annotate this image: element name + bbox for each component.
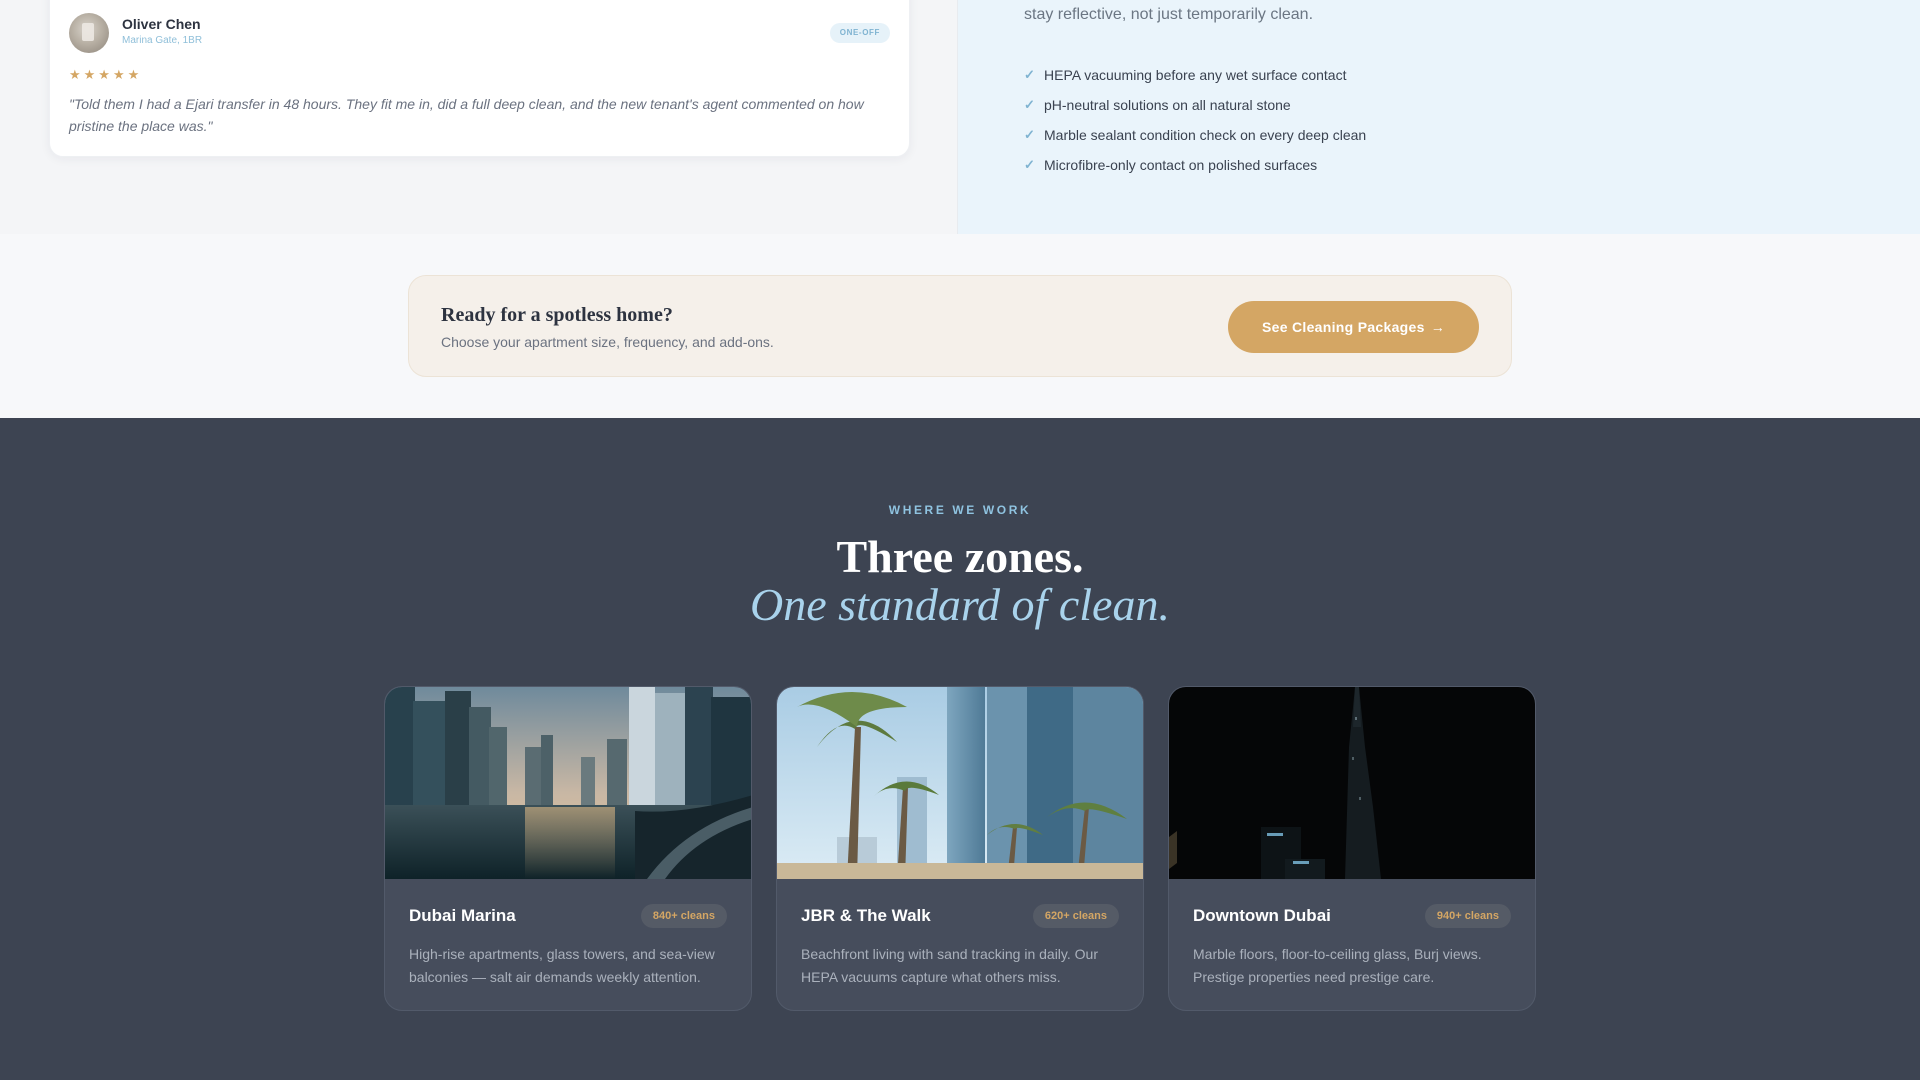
zone-name: JBR & The Walk <box>801 906 931 925</box>
section-headline: Three zones. <box>836 531 1084 582</box>
zone-clean-count-badge: 620+ cleans <box>1032 904 1119 928</box>
zone-description: Marble floors, floor-to-ceiling glass, B… <box>1193 946 1482 985</box>
marina-sunset-photo <box>385 687 751 879</box>
see-packages-button[interactable]: See Cleaning Packages → <box>1228 301 1479 353</box>
cta-subtitle: Choose your apartment size, frequency, a… <box>441 334 774 350</box>
testimonial-card: Oliver Chen Marina Gate, 1BR ONE-OFF ★★★… <box>49 0 910 157</box>
testimonial-quote: "Told them I had a Ejari transfer in 48 … <box>69 96 864 134</box>
zone-clean-count-badge: 840+ cleans <box>640 904 727 928</box>
cta-banner: Ready for a spotless home? Choose your a… <box>408 275 1512 377</box>
feature-item: ✓ pH-neutral solutions on all natural sto… <box>1024 90 1366 120</box>
feature-item: ✓ Marble sealant condition check on every… <box>1024 120 1366 150</box>
testimonials-features-band: Oliver Chen Marina Gate, 1BR ONE-OFF ★★★… <box>0 0 1920 234</box>
feature-label: Marble sealant condition check on every … <box>1044 127 1367 143</box>
zone-description: High-rise apartments, glass towers, and … <box>409 946 715 985</box>
feature-list: ✓ HEPA vacuuming before any wet surface c… <box>1024 60 1366 180</box>
zone-name: Dubai Marina <box>409 906 516 925</box>
zone-card-dubai-marina[interactable]: Dubai Marina 840+ cleans High-rise apart… <box>384 686 752 1011</box>
features-intro: stay reflective, not just temporarily cl… <box>1024 6 1314 23</box>
cta-title: Ready for a spotless home? <box>441 304 673 326</box>
section-headline-italic: One standard of clean. <box>750 579 1170 630</box>
palm-towers-photo <box>777 687 1143 879</box>
section-eyebrow: WHERE WE WORK <box>888 503 1032 517</box>
zone-card-downtown-dubai[interactable]: Downtown Dubai 940+ cleans Marble floors… <box>1168 686 1536 1011</box>
zone-clean-count-badge: 940+ cleans <box>1424 904 1511 928</box>
feature-label: HEPA vacuuming before any wet surface co… <box>1044 67 1347 83</box>
cta-button-label: See Cleaning Packages <box>1261 319 1425 335</box>
cta-section: Ready for a spotless home? Choose your a… <box>0 234 1920 418</box>
avatar <box>69 13 109 53</box>
service-type-badge: ONE-OFF <box>829 23 890 43</box>
reviewer-name: Oliver Chen <box>122 16 201 32</box>
star-rating: ★★★★★ <box>69 67 143 82</box>
zone-card-jbr-the-walk[interactable]: JBR & The Walk 620+ cleans Beachfront li… <box>776 686 1144 1011</box>
check-icon: ✓ <box>1024 97 1035 112</box>
zone-name: Downtown Dubai <box>1193 906 1331 925</box>
feature-item: ✓ Microfibre-only contact on polished sur… <box>1024 150 1366 180</box>
features-column: stay reflective, not just temporarily cl… <box>958 0 1920 234</box>
feature-label: Microfibre-only contact on polished surf… <box>1044 157 1318 173</box>
arrow-right-icon: → <box>1430 319 1446 335</box>
zone-description: Beachfront living with sand tracking in … <box>801 946 1098 985</box>
zones-section: WHERE WE WORK Three zones. One standard … <box>0 418 1920 1080</box>
testimonial-column: Oliver Chen Marina Gate, 1BR ONE-OFF ★★★… <box>0 0 958 234</box>
reviewer-location: Marina Gate, 1BR <box>122 35 203 46</box>
feature-label: pH-neutral solutions on all natural ston… <box>1044 97 1291 113</box>
feature-item: ✓ HEPA vacuuming before any wet surface c… <box>1024 60 1366 90</box>
check-icon: ✓ <box>1024 157 1035 172</box>
check-icon: ✓ <box>1024 67 1035 82</box>
burj-night-photo <box>1169 687 1535 879</box>
check-icon: ✓ <box>1024 127 1035 142</box>
